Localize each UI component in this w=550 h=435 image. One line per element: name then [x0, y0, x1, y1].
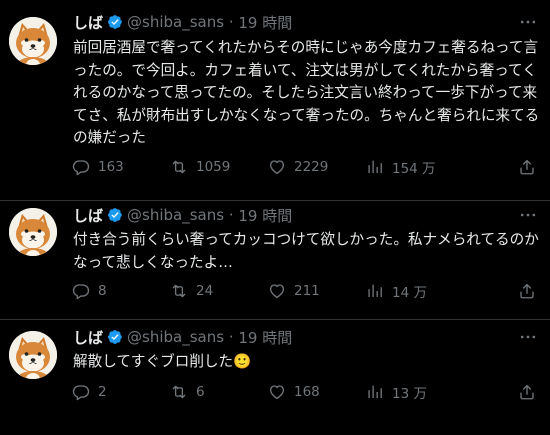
reply-icon — [72, 282, 90, 300]
action-bar: 163 1059 2229 154 万 — [72, 156, 542, 178]
reply-button[interactable]: 163 — [72, 156, 124, 178]
action-bar: 2 6 168 13 万 — [72, 381, 542, 403]
retweet-icon — [170, 282, 188, 300]
verified-badge-icon — [107, 207, 123, 223]
reply-count: 163 — [98, 159, 124, 175]
user-handle[interactable]: @shiba_sans — [127, 328, 224, 346]
heart-icon — [268, 158, 286, 176]
views-button[interactable]: 14 万 — [366, 280, 427, 302]
tweet-text: 付き合う前くらい奢ってカッコつけて欲しかった。私ナメられてるのかなって悲しくなっ… — [73, 231, 539, 271]
separator-dot: · — [224, 328, 239, 346]
tweet-header: しば @shiba_sans · 19 時間 — [73, 326, 292, 348]
retweet-count: 24 — [196, 283, 214, 299]
more-icon[interactable] — [518, 12, 538, 32]
shiba-dog-avatar — [9, 208, 57, 256]
more-icon[interactable] — [518, 205, 538, 225]
share-icon — [518, 282, 536, 300]
avatar[interactable] — [9, 17, 57, 65]
like-button[interactable]: 2229 — [268, 156, 328, 178]
reply-icon — [72, 383, 90, 401]
timestamp[interactable]: 19 時間 — [238, 205, 292, 226]
separator-dot: · — [224, 13, 239, 31]
share-button[interactable] — [518, 280, 536, 302]
like-count: 211 — [294, 283, 320, 299]
heart-icon — [268, 282, 286, 300]
like-button[interactable]: 211 — [268, 280, 320, 302]
share-icon — [518, 383, 536, 401]
display-name[interactable]: しば — [73, 12, 103, 33]
like-button[interactable]: 168 — [268, 381, 320, 403]
tweet-header: しば @shiba_sans · 19 時間 — [73, 204, 292, 226]
action-bar: 8 24 211 14 万 — [72, 280, 542, 302]
like-count: 2229 — [294, 159, 329, 175]
shiba-dog-avatar — [9, 331, 57, 379]
share-button[interactable] — [518, 156, 536, 178]
avatar[interactable] — [9, 208, 57, 256]
timestamp[interactable]: 19 時間 — [238, 12, 292, 33]
shiba-dog-avatar — [9, 17, 57, 65]
retweet-icon — [170, 383, 188, 401]
tweet-header: しば @shiba_sans · 19 時間 — [73, 11, 292, 33]
user-handle[interactable]: @shiba_sans — [127, 13, 224, 31]
reply-count: 8 — [98, 283, 107, 299]
views-icon — [366, 158, 384, 176]
views-button[interactable]: 13 万 — [366, 381, 427, 403]
tweet[interactable]: しば @shiba_sans · 19 時間 付き合う前くらい奢ってカッコつけて… — [0, 201, 550, 320]
tweet[interactable]: しば @shiba_sans · 19 時間 前回居酒屋で奢ってくれたからその時… — [0, 0, 550, 200]
reply-button[interactable]: 2 — [72, 381, 107, 403]
share-icon — [518, 158, 536, 176]
retweet-icon — [170, 158, 188, 176]
verified-badge-icon — [107, 14, 123, 30]
retweet-button[interactable]: 6 — [170, 381, 205, 403]
reply-icon — [72, 158, 90, 176]
timestamp[interactable]: 19 時間 — [238, 327, 292, 348]
more-icon[interactable] — [518, 327, 538, 347]
share-button[interactable] — [518, 381, 536, 403]
tweet-text: 前回居酒屋で奢ってくれたからその時にじゃあ今度カフェ奢るねって言ったの。で今回よ… — [73, 39, 540, 146]
tweet-text: 解散してすぐブロ削した🙂 — [73, 353, 252, 370]
reply-button[interactable]: 8 — [72, 280, 107, 302]
retweet-count: 1059 — [196, 159, 231, 175]
reply-count: 2 — [98, 384, 107, 400]
views-count: 14 万 — [392, 285, 427, 301]
views-count: 13 万 — [392, 386, 427, 402]
retweet-button[interactable]: 1059 — [170, 156, 230, 178]
views-icon — [366, 282, 384, 300]
views-icon — [366, 383, 384, 401]
like-count: 168 — [294, 384, 320, 400]
user-handle[interactable]: @shiba_sans — [127, 206, 224, 224]
tweet[interactable]: しば @shiba_sans · 19 時間 解散してすぐブロ削した🙂 2 6 … — [0, 320, 550, 435]
avatar[interactable] — [9, 331, 57, 379]
separator-dot: · — [224, 206, 239, 224]
verified-badge-icon — [107, 329, 123, 345]
views-button[interactable]: 154 万 — [366, 156, 436, 178]
views-count: 154 万 — [392, 161, 436, 177]
display-name[interactable]: しば — [73, 327, 103, 348]
display-name[interactable]: しば — [73, 205, 103, 226]
heart-icon — [268, 383, 286, 401]
retweet-button[interactable]: 24 — [170, 280, 213, 302]
retweet-count: 6 — [196, 384, 205, 400]
